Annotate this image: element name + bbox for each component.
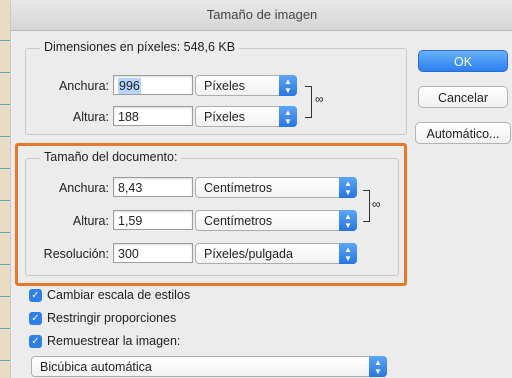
pixel-width-value: 996	[118, 78, 141, 94]
doc-height-value: 1,59	[118, 214, 143, 228]
auto-button[interactable]: Automático...	[415, 122, 511, 144]
pixel-dimensions-legend: Dimensiones en píxeles: 548,6 KB	[40, 40, 240, 54]
pixel-width-unit: Píxeles	[204, 79, 245, 93]
resample-label: Remuestrear la imagen:	[47, 334, 181, 348]
pixel-height-unit-select[interactable]: Píxeles ▲ ▼	[195, 106, 297, 127]
doc-width-input[interactable]: 8,43	[113, 177, 193, 197]
pixel-width-input[interactable]: 996	[113, 75, 193, 95]
resample-checkbox[interactable]: ✓ Remuestrear la imagen:	[29, 334, 180, 348]
resolution-value: 300	[118, 247, 139, 261]
resample-method-select[interactable]: Bicúbica automática ▲ ▼	[31, 356, 387, 377]
window-title: Tamaño de imagen	[11, 0, 512, 31]
resolution-label: Resolución:	[43, 247, 109, 261]
select-arrows-icon: ▲ ▼	[339, 210, 357, 231]
scale-styles-checkbox[interactable]: ✓ Cambiar escala de estilos	[29, 288, 190, 302]
pixel-height-input[interactable]: 188	[113, 106, 193, 126]
pixel-width-label: Anchura:	[58, 79, 109, 93]
constrain-proportions-label: Restringir proporciones	[47, 311, 177, 325]
resample-method: Bicúbica automática	[40, 360, 152, 374]
checkmark-icon: ✓	[29, 288, 42, 302]
select-arrows-icon: ▲ ▼	[339, 243, 357, 264]
doc-height-label: Altura:	[72, 214, 109, 228]
pixel-height-label: Altura:	[72, 110, 109, 124]
pixel-height-unit: Píxeles	[204, 110, 245, 124]
chain-link-icon: ∞	[372, 197, 381, 211]
ok-button[interactable]: OK	[418, 50, 508, 72]
document-size-legend: Tamaño del documento:	[40, 150, 182, 164]
pixel-width-unit-select[interactable]: Píxeles ▲ ▼	[195, 75, 297, 96]
chain-link-icon: ∞	[315, 92, 324, 106]
doc-width-label: Anchura:	[58, 181, 109, 195]
checkmark-icon: ✓	[29, 334, 42, 348]
doc-width-unit-select[interactable]: Centímetros ▲ ▼	[195, 177, 357, 198]
select-arrows-icon: ▲ ▼	[339, 177, 357, 198]
link-bracket	[363, 190, 370, 222]
checkmark-icon: ✓	[29, 311, 42, 325]
pixel-height-value: 188	[118, 110, 139, 124]
doc-height-unit-select[interactable]: Centímetros ▲ ▼	[195, 210, 357, 231]
select-arrows-icon: ▲ ▼	[279, 75, 297, 96]
doc-width-value: 8,43	[118, 181, 143, 195]
cancel-button[interactable]: Cancelar	[418, 86, 508, 108]
constrain-proportions-checkbox[interactable]: ✓ Restringir proporciones	[29, 311, 176, 325]
doc-height-unit: Centímetros	[204, 214, 273, 228]
select-arrows-icon: ▲ ▼	[279, 106, 297, 127]
resolution-unit: Píxeles/pulgada	[204, 247, 293, 261]
resolution-input[interactable]: 300	[113, 243, 193, 263]
select-arrows-icon: ▲ ▼	[369, 356, 387, 377]
doc-height-input[interactable]: 1,59	[113, 210, 193, 230]
link-bracket	[305, 86, 312, 118]
doc-width-unit: Centímetros	[204, 181, 273, 195]
image-size-dialog: Tamaño de imagen Dimensiones en píxeles:…	[10, 0, 512, 378]
resolution-unit-select[interactable]: Píxeles/pulgada ▲ ▼	[195, 243, 357, 264]
scale-styles-label: Cambiar escala de estilos	[47, 288, 191, 302]
